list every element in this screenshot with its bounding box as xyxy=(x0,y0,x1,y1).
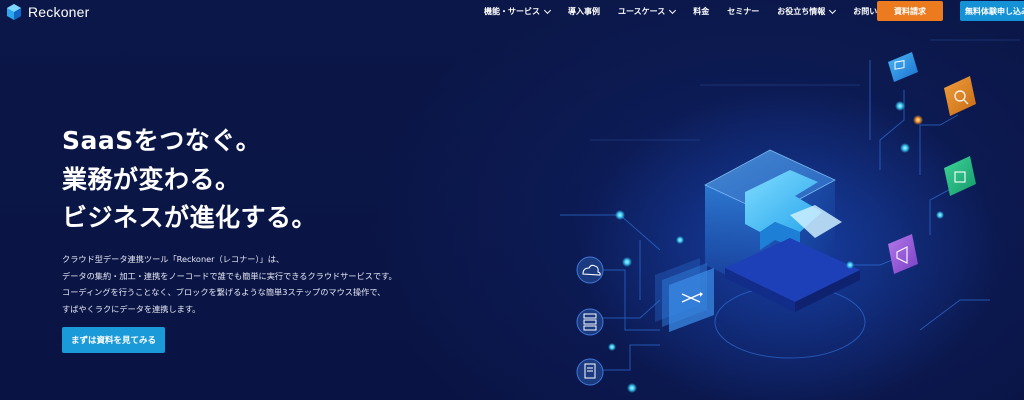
nav-item-pricing[interactable]: 料金 xyxy=(693,6,709,17)
cube-illustration xyxy=(704,149,860,312)
nav-item-resources[interactable]: お役立ち情報 xyxy=(777,6,837,17)
headline-line: ビジネスが進化する。 xyxy=(62,203,318,232)
reckoner-logo-icon xyxy=(7,4,21,20)
hero-headline: SaaSをつなぐ。 業務が変わる。 ビジネスが進化する。 xyxy=(62,122,317,238)
description-line: クラウド型データ連携ツール「Reckoner（レコナー）」は、 xyxy=(62,254,285,264)
free-trial-button[interactable]: 無料体験申し込み xyxy=(960,1,1024,21)
document-icon xyxy=(576,358,604,386)
server-icon xyxy=(576,308,604,336)
nav-item-use-cases[interactable]: ユースケース xyxy=(618,6,677,17)
description-line: コーディングを行うことなく、ブロックを繋げるような簡単3ステップのマウス操作で、 xyxy=(62,287,386,297)
cloud-icon xyxy=(576,256,604,284)
chevron-down-icon xyxy=(543,6,552,14)
chevron-down-icon xyxy=(829,6,837,14)
brand-logo[interactable]: Reckoner xyxy=(6,4,90,20)
nav-item-case-studies[interactable]: 導入事例 xyxy=(568,6,600,17)
description-line: データの集約・加工・連携をノーコードで誰でも簡単に実行できるクラウドサービスです… xyxy=(62,270,397,281)
nav-item-features[interactable]: 機能・サービス xyxy=(484,6,552,17)
main-nav: 機能・サービス 導入事例 ユースケース 料金 セミナー お役立ち情報 お問い合わ… xyxy=(484,6,919,17)
site-header: Reckoner 機能・サービス 導入事例 ユースケース 料金 セミナー お役立… xyxy=(0,0,1024,24)
shuffle-stack xyxy=(655,258,714,332)
brand-name: Reckoner xyxy=(28,4,90,20)
chat-icon xyxy=(888,52,918,82)
description-line: すばやくラクにデータを連携します。 xyxy=(62,303,201,314)
megaphone-icon xyxy=(888,234,918,274)
doc-request-button[interactable]: 資料請求 xyxy=(877,1,943,21)
view-materials-button[interactable]: まずは資料を見てみる xyxy=(62,327,165,353)
chevron-down-icon xyxy=(669,6,677,14)
nav-item-seminar[interactable]: セミナー xyxy=(727,6,759,17)
headline-line: 業務が変わる。 xyxy=(62,164,241,194)
chip-icon xyxy=(944,156,976,196)
headline-line: SaaSをつなぐ。 xyxy=(62,126,262,155)
search-doc-icon xyxy=(944,76,976,116)
hero-description: クラウド型データ連携ツール「Reckoner（レコナー）」は、 データの集約・加… xyxy=(62,251,397,317)
